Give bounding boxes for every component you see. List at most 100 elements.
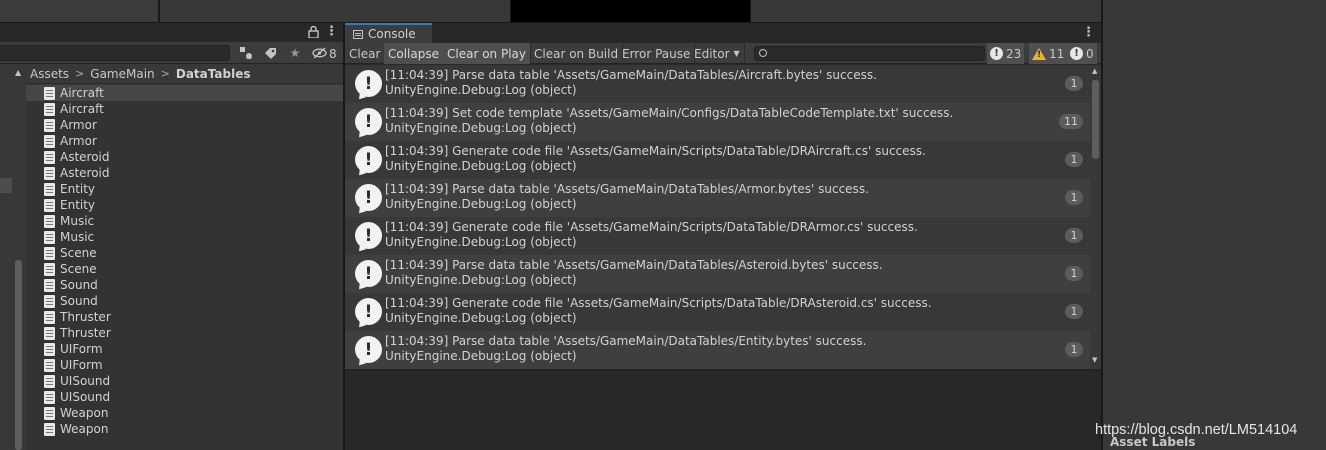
favorites-button[interactable]: ★ — [283, 44, 307, 62]
toggle-info-messages[interactable]: ! 23 — [987, 43, 1025, 64]
info-speech-bubble-icon: ! — [355, 70, 382, 97]
log-stack-trace: UnityEngine.Debug:Log (object) — [385, 311, 577, 325]
log-collapse-count-badge: 1 — [1065, 342, 1083, 357]
filter-by-type-button[interactable] — [234, 44, 258, 62]
file-item[interactable]: Music — [26, 213, 343, 229]
kebab-menu-icon[interactable]: ⋮ — [325, 25, 338, 39]
file-item[interactable]: Sound — [26, 277, 343, 293]
file-item[interactable]: Aircraft — [26, 85, 343, 101]
file-item[interactable]: UIForm — [26, 357, 343, 373]
file-item[interactable]: Asteroid — [26, 165, 343, 181]
error-icon: ! — [1070, 47, 1083, 60]
info-count: 23 — [1006, 46, 1022, 61]
toggle-warning-messages[interactable]: ! 11 — [1029, 43, 1068, 64]
log-entry[interactable]: ! [11:04:39] Parse data table 'Assets/Gam… — [345, 65, 1090, 103]
folder-tree-scrollbar[interactable] — [15, 260, 22, 450]
log-entry[interactable]: ! [11:04:39] Set code template 'Assets/Ga… — [345, 103, 1090, 141]
log-entry-text: [11:04:39] Parse data table 'Assets/Game… — [385, 334, 866, 364]
file-item[interactable]: UISound — [26, 389, 343, 405]
scroll-up-arrow-icon[interactable]: ▲ — [1092, 67, 1097, 75]
log-entry[interactable]: ! [11:04:39] Parse data table 'Assets/Gam… — [345, 255, 1090, 293]
info-speech-bubble-icon: ! — [355, 336, 382, 363]
log-entry-text: [11:04:39] Generate code file 'Assets/Ga… — [385, 220, 918, 250]
toggle-error-messages[interactable]: ! 0 — [1067, 43, 1097, 64]
file-item-label: Music — [60, 230, 95, 244]
folder-tree[interactable]: ▲ — [0, 64, 26, 450]
file-item[interactable]: Entity — [26, 181, 343, 197]
folder-tree-selected-item[interactable] — [0, 178, 12, 193]
log-entry[interactable]: ! [11:04:39] Generate code file 'Assets/G… — [345, 217, 1090, 255]
file-item[interactable]: UISound — [26, 373, 343, 389]
clear-button[interactable]: Clear — [345, 43, 386, 64]
breadcrumb-item-datatables[interactable]: DataTables — [176, 67, 251, 81]
log-entry-text: [11:04:39] Parse data table 'Assets/Game… — [385, 258, 883, 288]
log-collapse-count-badge: 1 — [1065, 76, 1083, 91]
file-item-label: Armor — [60, 134, 97, 148]
search-input[interactable] — [0, 45, 230, 61]
console-detail-pane — [345, 371, 1101, 450]
file-item[interactable]: Weapon — [26, 421, 343, 437]
log-message: [11:04:39] Parse data table 'Assets/Game… — [385, 182, 869, 196]
log-entry[interactable]: ! [11:04:39] Parse data table 'Assets/Gam… — [345, 331, 1090, 369]
file-item[interactable]: UIForm — [26, 341, 343, 357]
filter-by-type-icon — [240, 47, 252, 59]
file-item[interactable]: Sound — [26, 293, 343, 309]
file-item[interactable]: Thruster — [26, 325, 343, 341]
log-collapse-count-badge: 1 — [1065, 190, 1083, 205]
lock-icon[interactable] — [308, 26, 319, 38]
log-message: [11:04:39] Set code template 'Assets/Gam… — [385, 106, 954, 120]
info-speech-bubble-icon: ! — [355, 260, 382, 287]
file-item[interactable]: Armor — [26, 133, 343, 149]
log-entry[interactable]: ! [11:04:39] Generate code file 'Assets/G… — [345, 293, 1090, 331]
log-entry-text: [11:04:39] Generate code file 'Assets/Ga… — [385, 144, 926, 174]
console-toolbar: Clear Collapse Clear on Play Clear on Bu… — [345, 43, 1101, 64]
file-item[interactable]: Thruster — [26, 309, 343, 325]
breadcrumb-item-gamemain[interactable]: GameMain — [90, 67, 154, 81]
clear-on-build-button[interactable]: Clear on Build — [530, 43, 624, 64]
top-left-panel — [0, 0, 158, 22]
text-asset-icon — [44, 326, 55, 340]
console-icon — [353, 29, 363, 39]
info-speech-bubble-icon: ! — [355, 146, 382, 173]
file-item[interactable]: Aircraft — [26, 101, 343, 117]
log-entry-text: [11:04:39] Parse data table 'Assets/Game… — [385, 68, 877, 98]
inspector-panel: Asset Labels — [1103, 0, 1326, 450]
scroll-down-arrow-icon[interactable]: ▼ — [1092, 356, 1097, 364]
editor-dropdown-label: Editor — [694, 46, 730, 61]
log-collapse-count-badge: 1 — [1065, 228, 1083, 243]
game-view[interactable] — [511, 0, 750, 22]
collapse-button[interactable]: Collapse — [384, 43, 444, 64]
text-asset-icon — [44, 230, 55, 244]
clear-on-play-button[interactable]: Clear on Play — [443, 43, 531, 64]
text-asset-icon — [44, 278, 55, 292]
info-speech-bubble-icon: ! — [355, 298, 382, 325]
filter-by-label-button[interactable] — [258, 44, 282, 62]
scroll-up-arrow-icon[interactable]: ▲ — [15, 68, 21, 77]
text-asset-icon — [44, 86, 55, 100]
file-item[interactable]: Armor — [26, 117, 343, 133]
info-icon: ! — [990, 47, 1003, 60]
file-item[interactable]: Scene — [26, 245, 343, 261]
file-item[interactable]: Music — [26, 229, 343, 245]
text-asset-icon — [44, 118, 55, 132]
tab-console[interactable]: Console — [345, 23, 432, 43]
file-item[interactable]: Entity — [26, 197, 343, 213]
log-message: [11:04:39] Parse data table 'Assets/Game… — [385, 258, 883, 272]
text-asset-icon — [44, 310, 55, 324]
log-entry[interactable]: ! [11:04:39] Parse data table 'Assets/Gam… — [345, 179, 1090, 217]
hidden-packages-button[interactable] — [309, 44, 329, 62]
editor-dropdown[interactable]: Editor ▼ — [690, 43, 745, 64]
hidden-packages-count: 8 — [329, 47, 337, 61]
breadcrumb-item-assets[interactable]: Assets — [30, 67, 69, 81]
file-item[interactable]: Asteroid — [26, 149, 343, 165]
console-log-scrollbar[interactable]: ▲ ▼ — [1090, 65, 1101, 369]
file-item[interactable]: Weapon — [26, 405, 343, 421]
log-entry[interactable]: ! [11:04:39] Generate code file 'Assets/G… — [345, 141, 1090, 179]
kebab-menu-icon[interactable]: ⋮ — [1082, 26, 1095, 40]
file-item[interactable]: Scene — [26, 261, 343, 277]
console-search-input[interactable] — [754, 46, 985, 61]
project-panel: ⋮ ★ 8 ▲ Assets > GameMain > DataTables A… — [0, 23, 343, 450]
text-asset-icon — [44, 294, 55, 308]
error-pause-button[interactable]: Error Pause — [618, 43, 696, 64]
console-scroll-thumb[interactable] — [1092, 80, 1099, 159]
